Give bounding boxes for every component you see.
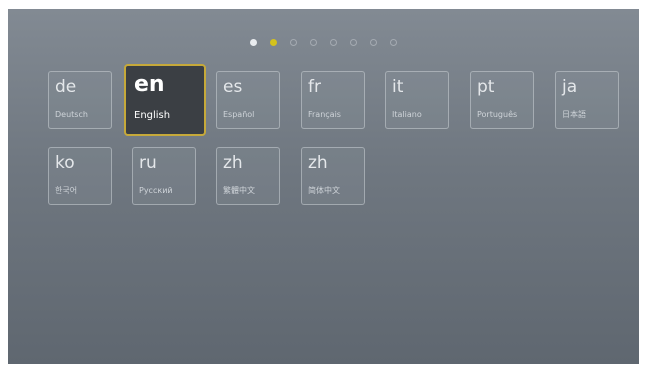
language-code: zh (308, 153, 328, 173)
language-name: Русский (139, 186, 173, 195)
language-name: Português (477, 110, 518, 119)
language-tile-ru[interactable]: ru Русский (132, 147, 196, 205)
page-dot-7 (370, 39, 377, 46)
language-name: 日本語 (562, 110, 586, 119)
language-name: 简体中文 (308, 186, 340, 195)
language-name: Italiano (392, 110, 422, 119)
language-tile-ko[interactable]: ko 한국어 (48, 147, 112, 205)
page-dot-4 (310, 39, 317, 46)
page-indicator (8, 39, 639, 46)
language-code: fr (308, 77, 321, 97)
language-tile-es[interactable]: es Español (216, 71, 280, 129)
language-selection-screen: de Deutsch en English es Español fr Fran… (8, 9, 639, 364)
language-tile-ja[interactable]: ja 日本語 (555, 71, 619, 129)
language-tile-pt[interactable]: pt Português (470, 71, 534, 129)
language-tile-de[interactable]: de Deutsch (48, 71, 112, 129)
language-name: Français (308, 110, 341, 119)
page-dot-1 (250, 39, 257, 46)
language-tile-fr[interactable]: fr Français (301, 71, 365, 129)
language-tile-zh-traditional[interactable]: zh 繁體中文 (216, 147, 280, 205)
language-code: it (392, 77, 404, 97)
language-name: 繁體中文 (223, 186, 255, 195)
language-tile-en[interactable]: en English (124, 64, 206, 136)
page-dot-5 (330, 39, 337, 46)
page-dot-3 (290, 39, 297, 46)
language-code: en (134, 72, 165, 97)
language-name: English (134, 110, 171, 121)
language-code: ja (562, 77, 578, 97)
language-code: de (55, 77, 77, 97)
language-name: Español (223, 110, 255, 119)
page-dot-6 (350, 39, 357, 46)
page-dot-2 (270, 39, 277, 46)
language-code: zh (223, 153, 243, 173)
language-code: pt (477, 77, 495, 97)
language-code: ko (55, 153, 75, 173)
language-tile-it[interactable]: it Italiano (385, 71, 449, 129)
language-code: ru (139, 153, 157, 173)
page-dot-8 (390, 39, 397, 46)
language-tile-zh-simplified[interactable]: zh 简体中文 (301, 147, 365, 205)
language-name: Deutsch (55, 110, 88, 119)
language-name: 한국어 (55, 186, 78, 195)
language-code: es (223, 77, 243, 97)
